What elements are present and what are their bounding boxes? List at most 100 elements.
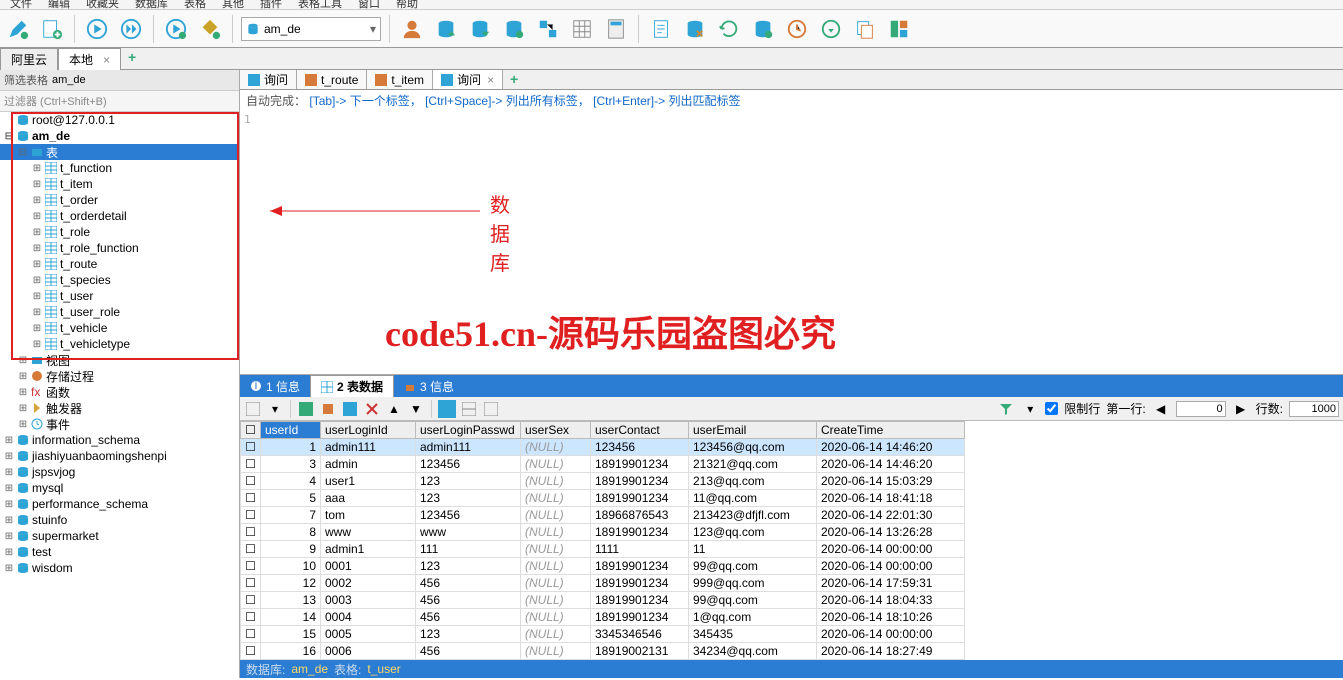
form-view-button[interactable]: ▾	[266, 400, 284, 418]
view2-button[interactable]	[460, 400, 478, 418]
tree-db-jiashiyuanbaomingshenpi[interactable]: ⊞jiashiyuanbaomingshenpi	[0, 448, 239, 464]
import-button[interactable]	[432, 15, 460, 43]
tree-table-t_user_role[interactable]: ⊞t_user_role	[0, 304, 239, 320]
new-connection-button[interactable]	[4, 15, 32, 43]
tree-table-t_role_function[interactable]: ⊞t_role_function	[0, 240, 239, 256]
grid-button[interactable]	[568, 15, 596, 43]
tree-db-stuinfo[interactable]: ⊞stuinfo	[0, 512, 239, 528]
rtab-info1[interactable]: i1 信息	[240, 375, 310, 397]
menu-tabletools[interactable]: 表格工具	[290, 0, 350, 9]
col-check[interactable]: ☐	[241, 422, 261, 439]
down-button[interactable]: ▼	[407, 400, 425, 418]
table-row[interactable]: ☐4user1123(NULL)18919901234213@qq.com202…	[241, 473, 965, 490]
doc-button[interactable]	[647, 15, 675, 43]
tree-db-supermarket[interactable]: ⊞supermarket	[0, 528, 239, 544]
rtab-info3[interactable]: 3 信息	[394, 375, 464, 397]
col-userLoginId[interactable]: userLoginId	[321, 422, 416, 439]
menu-edit[interactable]: 编辑	[40, 0, 78, 9]
database-select[interactable]: am_de ▾	[241, 17, 381, 41]
tree-table-t_vehicle[interactable]: ⊞t_vehicle	[0, 320, 239, 336]
execute-script-button[interactable]	[162, 15, 190, 43]
col-userId[interactable]: userId	[261, 422, 321, 439]
tree-db[interactable]: ⊟am_de	[0, 128, 239, 144]
tree-folder-1[interactable]: ⊞fx函数	[0, 384, 239, 400]
tree-tables-folder[interactable]: ⊟表	[0, 144, 239, 160]
filter-button[interactable]	[997, 400, 1015, 418]
add-query-button[interactable]: +	[505, 70, 523, 88]
new-query-button[interactable]	[38, 15, 66, 43]
view3-button[interactable]	[482, 400, 500, 418]
tree-db-mysql[interactable]: ⊞mysql	[0, 480, 239, 496]
tree-table-t_vehicletype[interactable]: ⊞t_vehicletype	[0, 336, 239, 352]
format-button[interactable]	[196, 15, 224, 43]
backup-button[interactable]	[500, 15, 528, 43]
conntab-aliyun[interactable]: 阿里云	[0, 48, 58, 70]
execute-button[interactable]	[83, 15, 111, 43]
calc-button[interactable]	[602, 15, 630, 43]
up-button[interactable]: ▲	[385, 400, 403, 418]
table-row[interactable]: ☐150005123(NULL)33453465463454352020-06-…	[241, 626, 965, 643]
first-next-button[interactable]: ▶	[1232, 400, 1250, 418]
close-icon[interactable]: ×	[103, 53, 110, 67]
close-icon[interactable]: ×	[487, 73, 494, 87]
tree-views-folder[interactable]: ⊞视图	[0, 352, 239, 368]
col-userSex[interactable]: userSex	[521, 422, 591, 439]
tree-table-t_role[interactable]: ⊞t_role	[0, 224, 239, 240]
menu-window[interactable]: 窗口	[350, 0, 388, 9]
diagram-button[interactable]	[534, 15, 562, 43]
sync-button[interactable]	[681, 15, 709, 43]
table-row[interactable]: ☐100001123(NULL)1891990123499@qq.com2020…	[241, 558, 965, 575]
col-CreateTime[interactable]: CreateTime	[817, 422, 965, 439]
view1-button[interactable]	[438, 400, 456, 418]
menu-file[interactable]: 文件	[2, 0, 40, 9]
tree-table-t_user[interactable]: ⊞t_user	[0, 288, 239, 304]
export-button[interactable]	[466, 15, 494, 43]
table-row[interactable]: ☐9admin1111(NULL)1111112020-06-14 00:00:…	[241, 541, 965, 558]
tree-db-performance_schema[interactable]: ⊞performance_schema	[0, 496, 239, 512]
rtab-data[interactable]: 2 表数据	[310, 375, 394, 397]
menu-table[interactable]: 表格	[176, 0, 214, 9]
history-button[interactable]	[783, 15, 811, 43]
col-userEmail[interactable]: userEmail	[689, 422, 817, 439]
save-button[interactable]	[341, 400, 359, 418]
qtab-item[interactable]: t_item	[367, 70, 433, 89]
delete-button[interactable]	[363, 400, 381, 418]
tree-table-t_item[interactable]: ⊞t_item	[0, 176, 239, 192]
first-input[interactable]	[1176, 401, 1226, 417]
tree-table-t_species[interactable]: ⊞t_species	[0, 272, 239, 288]
user-button[interactable]	[398, 15, 426, 43]
tree-folder-2[interactable]: ⊞触发器	[0, 400, 239, 416]
qtab-query2[interactable]: 询问×	[433, 70, 503, 89]
table-row[interactable]: ☐1admin111admin111(NULL)123456123456@qq.…	[241, 439, 965, 456]
qtab-route[interactable]: t_route	[297, 70, 367, 89]
circle-button[interactable]	[817, 15, 845, 43]
tree-folder-3[interactable]: ⊞事件	[0, 416, 239, 432]
table-row[interactable]: ☐130003456(NULL)1891990123499@qq.com2020…	[241, 592, 965, 609]
limit-checkbox[interactable]	[1045, 402, 1058, 415]
tree-db-jspsvjog[interactable]: ⊞jspsvjog	[0, 464, 239, 480]
menu-db[interactable]: 数据库	[127, 0, 176, 9]
table-row[interactable]: ☐7tom123456(NULL)18966876543213423@dfjfl…	[241, 507, 965, 524]
first-prev-button[interactable]: ◀	[1152, 400, 1170, 418]
menu-fav[interactable]: 收藏夹	[78, 0, 127, 9]
add-row-button[interactable]	[297, 400, 315, 418]
refresh-button[interactable]	[715, 15, 743, 43]
table-row[interactable]: ☐140004456(NULL)189199012341@qq.com2020-…	[241, 609, 965, 626]
table-row[interactable]: ☐160006456(NULL)1891900213134234@qq.com2…	[241, 643, 965, 660]
menu-help[interactable]: 帮助	[388, 0, 426, 9]
tree-db-test[interactable]: ⊞test	[0, 544, 239, 560]
rows-input[interactable]	[1289, 401, 1339, 417]
tree-table-t_order[interactable]: ⊞t_order	[0, 192, 239, 208]
filter-input[interactable]	[52, 74, 235, 86]
sort-button[interactable]: ▾	[1021, 400, 1039, 418]
copy-button[interactable]	[851, 15, 879, 43]
db-tree[interactable]: root@127.0.0.1⊟am_de⊟表⊞t_function⊞t_item…	[0, 112, 239, 576]
grid-view-button[interactable]	[244, 400, 262, 418]
qtab-query1[interactable]: 询问	[240, 70, 297, 89]
db-refresh-button[interactable]	[749, 15, 777, 43]
dup-button[interactable]	[319, 400, 337, 418]
execute-all-button[interactable]	[117, 15, 145, 43]
col-userContact[interactable]: userContact	[591, 422, 689, 439]
tree-table-t_route[interactable]: ⊞t_route	[0, 256, 239, 272]
tree-table-t_orderdetail[interactable]: ⊞t_orderdetail	[0, 208, 239, 224]
